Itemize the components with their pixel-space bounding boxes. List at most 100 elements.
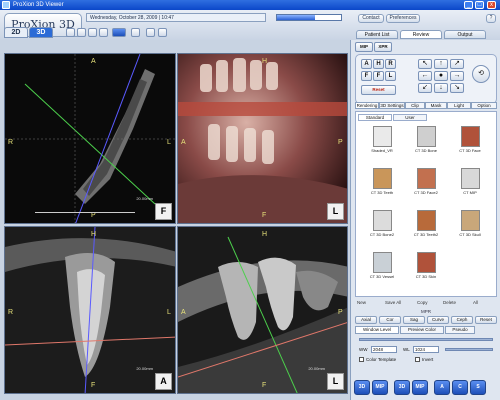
rotate-down-left-icon[interactable]: ↙: [418, 83, 432, 93]
orient-h-button[interactable]: H: [373, 59, 384, 69]
tab-3d-settings[interactable]: 3D Settings: [379, 102, 405, 109]
contact-button[interactable]: Contact: [358, 14, 384, 23]
orient-f2-button[interactable]: F: [373, 71, 384, 81]
tab-2d[interactable]: 2D: [4, 27, 28, 38]
bottom-3d-button[interactable]: 3D: [354, 380, 370, 395]
preset-item[interactable]: CT 3D Teeth: [366, 168, 398, 202]
ww-label: WW: [359, 347, 368, 352]
ww-field[interactable]: 2048: [371, 346, 397, 353]
viewport-axial[interactable]: A R L P 20.00mm F: [4, 53, 176, 224]
rotate-down-right-icon[interactable]: ↘: [450, 83, 464, 93]
preset-item[interactable]: CT 3D Skin: [410, 252, 442, 286]
rotate-up-right-icon[interactable]: ↗: [450, 59, 464, 69]
preset-item[interactable]: CT 3D Face2: [410, 168, 442, 202]
measure-tool-icon[interactable]: [131, 28, 140, 37]
delete-preset-button[interactable]: Delete: [443, 299, 456, 307]
save-all-button[interactable]: Save All: [385, 299, 401, 307]
orient-l-button[interactable]: L: [385, 71, 396, 81]
viewport-coronal[interactable]: H R L F 20.00mm A: [4, 226, 176, 394]
reset-button[interactable]: Reset: [361, 85, 396, 95]
preset-item[interactable]: CT 3D Skull: [454, 210, 486, 244]
axial-label-top: A: [91, 58, 96, 65]
rotate-right-icon[interactable]: →: [450, 71, 464, 81]
bottom-3d2-button[interactable]: 3D: [394, 380, 410, 395]
minimize-button[interactable]: _: [464, 1, 473, 9]
viewport-3d-volume[interactable]: H A P F L: [177, 53, 348, 224]
sagittal-orientation-icon[interactable]: L: [327, 373, 344, 390]
tab-option[interactable]: Option: [471, 102, 497, 109]
preset-item[interactable]: CT 3D Bone2: [366, 210, 398, 244]
rotate-tool-icon[interactable]: [88, 28, 97, 37]
copy-preset-button[interactable]: Copy: [417, 299, 428, 307]
bottom-sagittal-button[interactable]: S: [470, 380, 486, 395]
all-presets-button[interactable]: All: [473, 299, 478, 307]
layout-tool-icon[interactable]: [112, 28, 126, 37]
volume-orientation-icon[interactable]: L: [327, 203, 344, 220]
maximize-button[interactable]: □: [475, 1, 484, 9]
rotate-down-icon[interactable]: ↓: [434, 83, 448, 93]
preset-item[interactable]: Shaded_VR: [366, 126, 398, 160]
mip-button[interactable]: MIP: [355, 42, 373, 52]
coronal-orientation-icon[interactable]: A: [155, 373, 172, 390]
orient-a-button[interactable]: A: [361, 59, 372, 69]
tab-output[interactable]: Output: [444, 30, 486, 39]
bottom-mip2-button[interactable]: MIP: [412, 380, 428, 395]
bottom-axial-button[interactable]: A: [434, 380, 450, 395]
view-buttons: Axial Cor Sag Curve Ceph Reset: [355, 316, 497, 324]
preset-label: CT 3D Teeth: [370, 190, 394, 195]
tab-pseudo[interactable]: Pseudo: [445, 326, 475, 334]
ceph-view-button[interactable]: Ceph: [451, 316, 473, 324]
annotation-tool-icon[interactable]: [146, 28, 155, 37]
tab-window-level[interactable]: Window Level: [355, 326, 399, 334]
tab-standard-presets[interactable]: Standard: [358, 114, 392, 121]
select-tool-icon[interactable]: [66, 28, 75, 37]
curve-view-button[interactable]: Curve: [427, 316, 449, 324]
bottom-coronal-button[interactable]: C: [452, 380, 468, 395]
coronal-view-button[interactable]: Cor: [379, 316, 401, 324]
pan-tool-icon[interactable]: [77, 28, 86, 37]
axial-view-button[interactable]: Axial: [355, 316, 377, 324]
preset-item[interactable]: CT 3D Bone: [410, 126, 442, 160]
reset-rotation-icon[interactable]: ⟲: [472, 65, 490, 83]
rotate-center-icon[interactable]: ●: [434, 71, 448, 81]
preset-item[interactable]: CT 3D Vessel: [366, 252, 398, 286]
tab-rendering[interactable]: Rendering: [355, 102, 379, 109]
sagittal-view-button[interactable]: Sag: [403, 316, 425, 324]
preset-thumbnail: [373, 126, 392, 147]
help-button[interactable]: ?: [486, 14, 496, 23]
rotate-up-icon[interactable]: ↑: [434, 59, 448, 69]
tab-review[interactable]: Review: [400, 30, 442, 39]
orient-f-button[interactable]: F: [361, 71, 372, 81]
rotate-left-icon[interactable]: ←: [418, 71, 432, 81]
invert-checkbox[interactable]: [415, 357, 420, 362]
preset-item[interactable]: CT 3D Face: [454, 126, 486, 160]
reset-view-button[interactable]: Reset: [475, 316, 497, 324]
level-slider[interactable]: [445, 348, 493, 351]
tab-user-presets[interactable]: User: [393, 114, 427, 121]
new-preset-button[interactable]: New: [357, 299, 366, 307]
cursor-tool-icon[interactable]: [158, 28, 167, 37]
tab-patient-list[interactable]: Patient List: [356, 30, 398, 39]
window-level-slider[interactable]: [359, 338, 493, 341]
bottom-mip-button[interactable]: MIP: [372, 380, 388, 395]
tab-clip[interactable]: Clip: [405, 102, 425, 109]
zoom-tool-icon[interactable]: [99, 28, 108, 37]
preset-label: CT 3D Bone2: [369, 232, 395, 237]
tab-preview-color[interactable]: Preview Color: [400, 326, 444, 334]
wl-field[interactable]: 1024: [413, 346, 439, 353]
preset-item[interactable]: CT 3D Teeth2: [410, 210, 442, 244]
preset-label: CT 3D Skull: [459, 232, 481, 237]
tab-mask[interactable]: Mask: [425, 102, 447, 109]
color-template-label: Color Template: [366, 357, 397, 362]
xpr-button[interactable]: XPR: [374, 42, 392, 52]
orient-r-button[interactable]: R: [385, 59, 396, 69]
tab-light[interactable]: Light: [447, 102, 471, 109]
axial-orientation-icon[interactable]: F: [155, 203, 172, 220]
tab-3d[interactable]: 3D: [29, 27, 53, 38]
viewport-sagittal[interactable]: H A P F 20.00mm L: [177, 226, 348, 394]
color-template-checkbox[interactable]: [359, 357, 364, 362]
rotate-up-left-icon[interactable]: ↖: [418, 59, 432, 69]
preferences-button[interactable]: Preferences: [386, 14, 420, 23]
close-button[interactable]: x: [487, 1, 496, 9]
preset-item[interactable]: CT MIP: [454, 168, 486, 202]
